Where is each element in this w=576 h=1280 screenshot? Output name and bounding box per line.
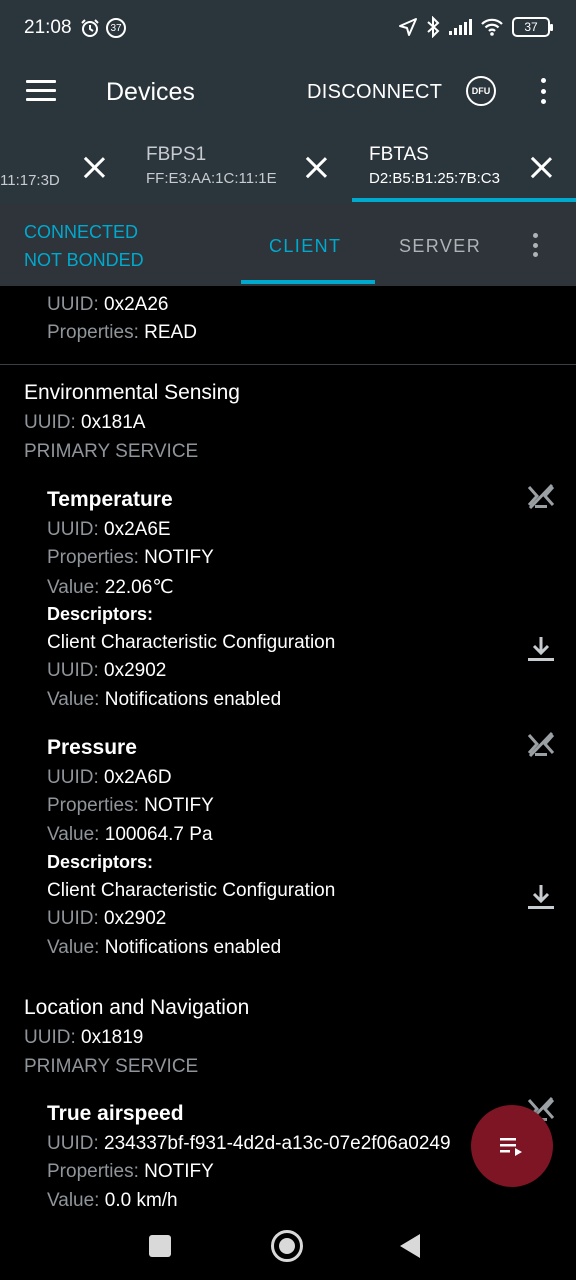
notification-badge-icon: 37 (106, 18, 126, 38)
notifications-off-icon[interactable] (526, 482, 556, 512)
characteristic-properties: Properties: NOTIFY (47, 547, 214, 568)
alarm-icon (81, 19, 99, 37)
device-tab-name: FBPS1 (146, 144, 207, 165)
characteristic-name[interactable]: Temperature (47, 488, 173, 512)
list-item: Properties: READ (47, 322, 197, 343)
characteristic-value: Value: 22.06℃ (47, 577, 174, 598)
characteristic-uuid: UUID: 0x2A6E (47, 519, 171, 540)
descriptor-uuid: UUID: 0x2902 (47, 660, 167, 681)
descriptors-heading: Descriptors: (47, 852, 154, 872)
close-icon[interactable] (305, 156, 327, 178)
status-bar: 21:08 37 37 (0, 0, 576, 50)
service-type: PRIMARY SERVICE (24, 1056, 199, 1077)
bluetooth-icon (427, 16, 440, 38)
characteristic-name[interactable]: True airspeed (47, 1102, 184, 1126)
status-time: 21:08 (24, 17, 72, 38)
close-icon[interactable] (83, 156, 105, 178)
device-tab-indicator (352, 198, 576, 202)
descriptor-value: Value: Notifications enabled (47, 937, 282, 958)
connection-bar: CONNECTED NOT BONDED CLIENT SERVER (0, 204, 576, 286)
service-name[interactable]: Environmental Sensing (24, 381, 240, 405)
location-icon (399, 18, 417, 36)
overflow-menu-icon[interactable] (538, 78, 548, 104)
download-icon[interactable] (526, 634, 556, 664)
overflow-menu-icon[interactable] (530, 233, 540, 257)
sub-tab-indicator (241, 280, 375, 284)
close-icon[interactable] (530, 156, 552, 178)
device-tabs: 11:17:3D FBPS1 FF:E3:AA:1C:11:1E FBTAS D… (0, 134, 576, 204)
device-tab-1[interactable]: 11:17:3D (0, 144, 60, 202)
home-icon[interactable] (271, 1230, 303, 1262)
recents-icon[interactable] (149, 1235, 171, 1257)
characteristic-properties: Properties: NOTIFY (47, 795, 214, 816)
device-tab-address: FF:E3:AA:1C:11:1E (146, 170, 277, 187)
disconnect-button[interactable]: DISCONNECT (307, 81, 442, 104)
bond-state: NOT BONDED (24, 250, 144, 270)
device-tab-2[interactable]: FBPS1 FF:E3:AA:1C:11:1E (146, 144, 277, 202)
service-type: PRIMARY SERVICE (24, 441, 199, 462)
descriptor-name: Client Characteristic Configuration (47, 880, 336, 901)
service-list[interactable]: UUID: 0x2A26 Properties: READ Environmen… (0, 286, 576, 1210)
connection-state: CONNECTED (24, 222, 139, 242)
characteristic-value: Value: 0.0 km/h (47, 1190, 178, 1210)
log-icon (500, 1138, 522, 1156)
characteristic-value: Value: 100064.7 Pa (47, 824, 213, 845)
service-uuid: UUID: 0x1819 (24, 1027, 144, 1048)
page-title: Devices (106, 78, 195, 106)
status-left-icons: 37 (80, 18, 126, 38)
app-bar: Devices DISCONNECT DFU (0, 50, 576, 134)
dfu-icon[interactable]: DFU (466, 76, 496, 106)
divider (0, 364, 576, 365)
signal-icon (449, 19, 472, 35)
characteristic-uuid: UUID: 0x2A6D (47, 767, 172, 788)
device-tab-address: 11:17:3D (0, 172, 60, 189)
wifi-icon (481, 18, 503, 36)
device-tab-address: D2:B5:B1:25:7B:C3 (369, 170, 500, 187)
status-right-icons: 37 (398, 16, 553, 38)
notifications-off-icon[interactable] (526, 730, 556, 760)
descriptor-uuid: UUID: 0x2902 (47, 908, 167, 929)
tab-client[interactable]: CLIENT (269, 236, 341, 257)
device-tab-3[interactable]: FBTAS D2:B5:B1:25:7B:C3 (369, 144, 500, 202)
battery-icon: 37 (512, 17, 553, 37)
back-icon[interactable] (400, 1234, 420, 1258)
characteristic-uuid: UUID: 234337bf-f931-4d2d-a13c-07e2f06a02… (47, 1133, 451, 1154)
descriptor-name: Client Characteristic Configuration (47, 632, 336, 653)
menu-icon[interactable] (26, 80, 56, 102)
descriptor-value: Value: Notifications enabled (47, 689, 282, 710)
characteristic-properties: Properties: NOTIFY (47, 1161, 214, 1182)
service-uuid: UUID: 0x181A (24, 412, 146, 433)
log-fab-button[interactable] (471, 1105, 553, 1187)
characteristic-name[interactable]: Pressure (47, 736, 137, 760)
download-icon[interactable] (526, 882, 556, 912)
device-tab-name: FBTAS (369, 144, 429, 165)
list-item: UUID: 0x2A26 (47, 294, 169, 315)
descriptors-heading: Descriptors: (47, 604, 154, 624)
system-nav-bar (0, 1210, 576, 1280)
tab-server[interactable]: SERVER (399, 236, 481, 257)
service-name[interactable]: Location and Navigation (24, 996, 249, 1020)
